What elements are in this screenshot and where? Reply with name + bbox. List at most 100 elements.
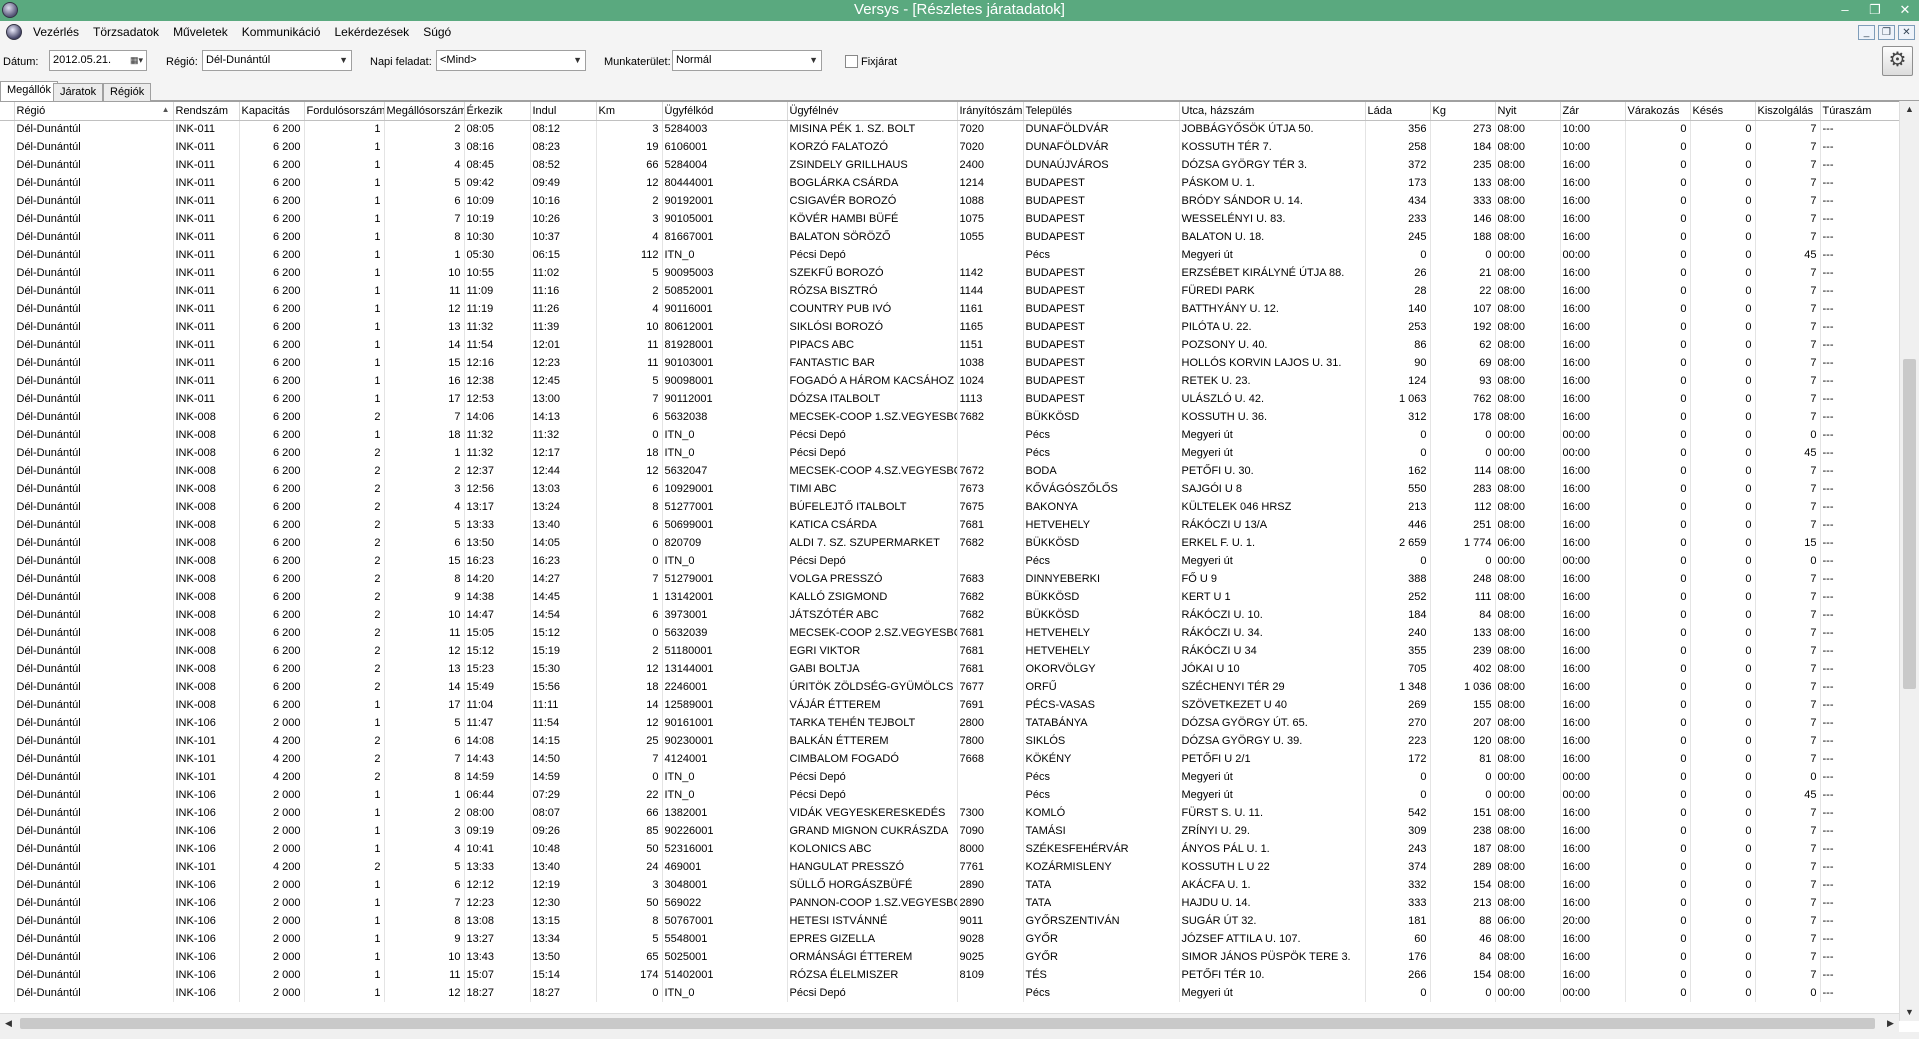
row-indicator[interactable] <box>0 984 15 1002</box>
table-cell[interactable]: ULÁSZLÓ U. 42. <box>1179 390 1366 408</box>
table-row[interactable]: Dél-Dunántúl INK-011 6 200 1 15 12:16 12:23 11 9… <box>0 354 1901 372</box>
table-cell[interactable]: ZRÍNYI U. 29. <box>1179 822 1366 840</box>
table-cell[interactable]: 00:00 <box>1495 984 1561 1002</box>
table-cell[interactable]: 238 <box>1430 822 1496 840</box>
table-cell[interactable]: 258 <box>1365 138 1431 156</box>
table-row[interactable]: Dél-Dunántúl INK-008 6 200 2 4 13:17 13:24 8 512… <box>0 498 1901 516</box>
table-cell[interactable]: 16:00 <box>1560 498 1626 516</box>
column-header[interactable]: Település <box>1023 102 1180 121</box>
table-cell[interactable]: Dél-Dunántúl <box>14 714 174 732</box>
table-cell[interactable]: 173 <box>1365 174 1431 192</box>
table-cell[interactable]: --- <box>1820 480 1901 498</box>
table-cell[interactable]: Dél-Dunántúl <box>14 444 174 462</box>
table-cell[interactable]: 4 <box>384 840 465 858</box>
row-indicator[interactable] <box>0 462 15 480</box>
table-cell[interactable]: ITN_0 <box>662 246 788 264</box>
table-cell[interactable]: 705 <box>1365 660 1431 678</box>
table-cell[interactable]: 6 200 <box>239 354 305 372</box>
table-cell[interactable]: Dél-Dunántúl <box>14 930 174 948</box>
table-cell[interactable]: BAKONYA <box>1023 498 1180 516</box>
table-cell[interactable]: INK-008 <box>173 588 240 606</box>
table-cell[interactable]: 4 200 <box>239 858 305 876</box>
table-cell[interactable]: 1 <box>304 372 385 390</box>
table-cell[interactable]: 5632047 <box>662 462 788 480</box>
table-cell[interactable]: 12 <box>596 462 663 480</box>
table-cell[interactable]: 7 <box>1755 822 1821 840</box>
row-indicator[interactable] <box>0 408 15 426</box>
table-cell[interactable]: 0 <box>1690 408 1756 426</box>
table-cell[interactable]: Pécs <box>1023 426 1180 444</box>
table-cell[interactable]: 7020 <box>957 138 1024 156</box>
table-cell[interactable]: 9 <box>384 588 465 606</box>
table-cell[interactable]: 248 <box>1430 570 1496 588</box>
table-cell[interactable]: Pécs <box>1023 768 1180 786</box>
table-cell[interactable]: 08:00 <box>1495 840 1561 858</box>
table-cell[interactable]: Dél-Dunántúl <box>14 732 174 750</box>
table-cell[interactable]: 0 <box>1690 120 1756 138</box>
row-indicator[interactable] <box>0 912 15 930</box>
table-cell[interactable]: INK-106 <box>173 840 240 858</box>
table-cell[interactable]: 7 <box>1755 228 1821 246</box>
table-cell[interactable]: BODA <box>1023 462 1180 480</box>
table-cell[interactable]: Dél-Dunántúl <box>14 570 174 588</box>
table-cell[interactable]: 0 <box>1690 228 1756 246</box>
table-cell[interactable]: --- <box>1820 606 1901 624</box>
table-cell[interactable]: 90095003 <box>662 264 788 282</box>
table-cell[interactable]: 0 <box>1625 390 1691 408</box>
table-cell[interactable]: 446 <box>1365 516 1431 534</box>
table-cell[interactable]: 1 <box>304 804 385 822</box>
column-header[interactable]: Utca, házszám <box>1179 102 1366 121</box>
table-cell[interactable]: INK-008 <box>173 660 240 678</box>
table-cell[interactable]: Dél-Dunántúl <box>14 300 174 318</box>
table-cell[interactable]: 08:00 <box>1495 120 1561 138</box>
table-cell[interactable]: 1 <box>304 390 385 408</box>
table-cell[interactable]: Dél-Dunántúl <box>14 858 174 876</box>
table-cell[interactable]: SZEKFŰ BOROZÓ <box>787 264 958 282</box>
table-cell[interactable]: 0 <box>596 552 663 570</box>
table-cell[interactable]: OKORVÖLGY <box>1023 660 1180 678</box>
table-cell[interactable]: 6 <box>596 516 663 534</box>
table-cell[interactable]: 08:00 <box>1495 318 1561 336</box>
table-cell[interactable]: 12589001 <box>662 696 788 714</box>
scroll-right-icon[interactable]: ▶ <box>1882 1014 1899 1032</box>
row-indicator[interactable] <box>0 876 15 894</box>
table-cell[interactable]: --- <box>1820 354 1901 372</box>
table-cell[interactable]: 90103001 <box>662 354 788 372</box>
table-cell[interactable]: 15 <box>384 354 465 372</box>
minimize-button[interactable]: – <box>1837 2 1853 18</box>
table-cell[interactable]: 9011 <box>957 912 1024 930</box>
table-cell[interactable]: 0 <box>1690 138 1756 156</box>
table-cell[interactable]: --- <box>1820 426 1901 444</box>
table-cell[interactable]: 08:00 <box>1495 192 1561 210</box>
table-cell[interactable]: 7090 <box>957 822 1024 840</box>
table-cell[interactable]: INK-101 <box>173 732 240 750</box>
menu-kommunikacio[interactable]: Kommunikáció <box>235 21 328 43</box>
table-cell[interactable]: 5548001 <box>662 930 788 948</box>
table-cell[interactable]: 11 <box>596 336 663 354</box>
table-cell[interactable]: 0 <box>1625 912 1691 930</box>
table-cell[interactable]: 0 <box>1365 444 1431 462</box>
table-cell[interactable]: 08:00 <box>1495 606 1561 624</box>
table-row[interactable]: Dél-Dunántúl INK-008 6 200 1 18 11:32 11:32 0 IT… <box>0 426 1901 444</box>
row-indicator[interactable] <box>0 894 15 912</box>
table-cell[interactable]: Dél-Dunántúl <box>14 120 174 138</box>
column-header[interactable]: Érkezik <box>464 102 531 121</box>
table-cell[interactable]: 154 <box>1430 876 1496 894</box>
mdi-restore-button[interactable]: ❐ <box>1878 25 1895 40</box>
table-cell[interactable]: 239 <box>1430 642 1496 660</box>
table-cell[interactable]: 08:00 <box>1495 390 1561 408</box>
table-cell[interactable]: 11 <box>384 282 465 300</box>
table-cell[interactable]: 6 200 <box>239 624 305 642</box>
table-cell[interactable]: BUDAPEST <box>1023 300 1180 318</box>
table-cell[interactable]: 762 <box>1430 390 1496 408</box>
table-cell[interactable]: BUDAPEST <box>1023 228 1180 246</box>
table-cell[interactable]: 1 774 <box>1430 534 1496 552</box>
table-cell[interactable]: 5632039 <box>662 624 788 642</box>
table-cell[interactable]: 16:00 <box>1560 534 1626 552</box>
table-cell[interactable]: 3 <box>384 480 465 498</box>
table-cell[interactable]: RÓZSA ÉLELMISZER <box>787 966 958 984</box>
table-cell[interactable]: 12:30 <box>530 894 597 912</box>
table-cell[interactable]: 8 <box>384 912 465 930</box>
table-row[interactable]: Dél-Dunántúl INK-008 6 200 2 10 14:47 14:54 6 39… <box>0 606 1901 624</box>
table-cell[interactable]: 1024 <box>957 372 1024 390</box>
